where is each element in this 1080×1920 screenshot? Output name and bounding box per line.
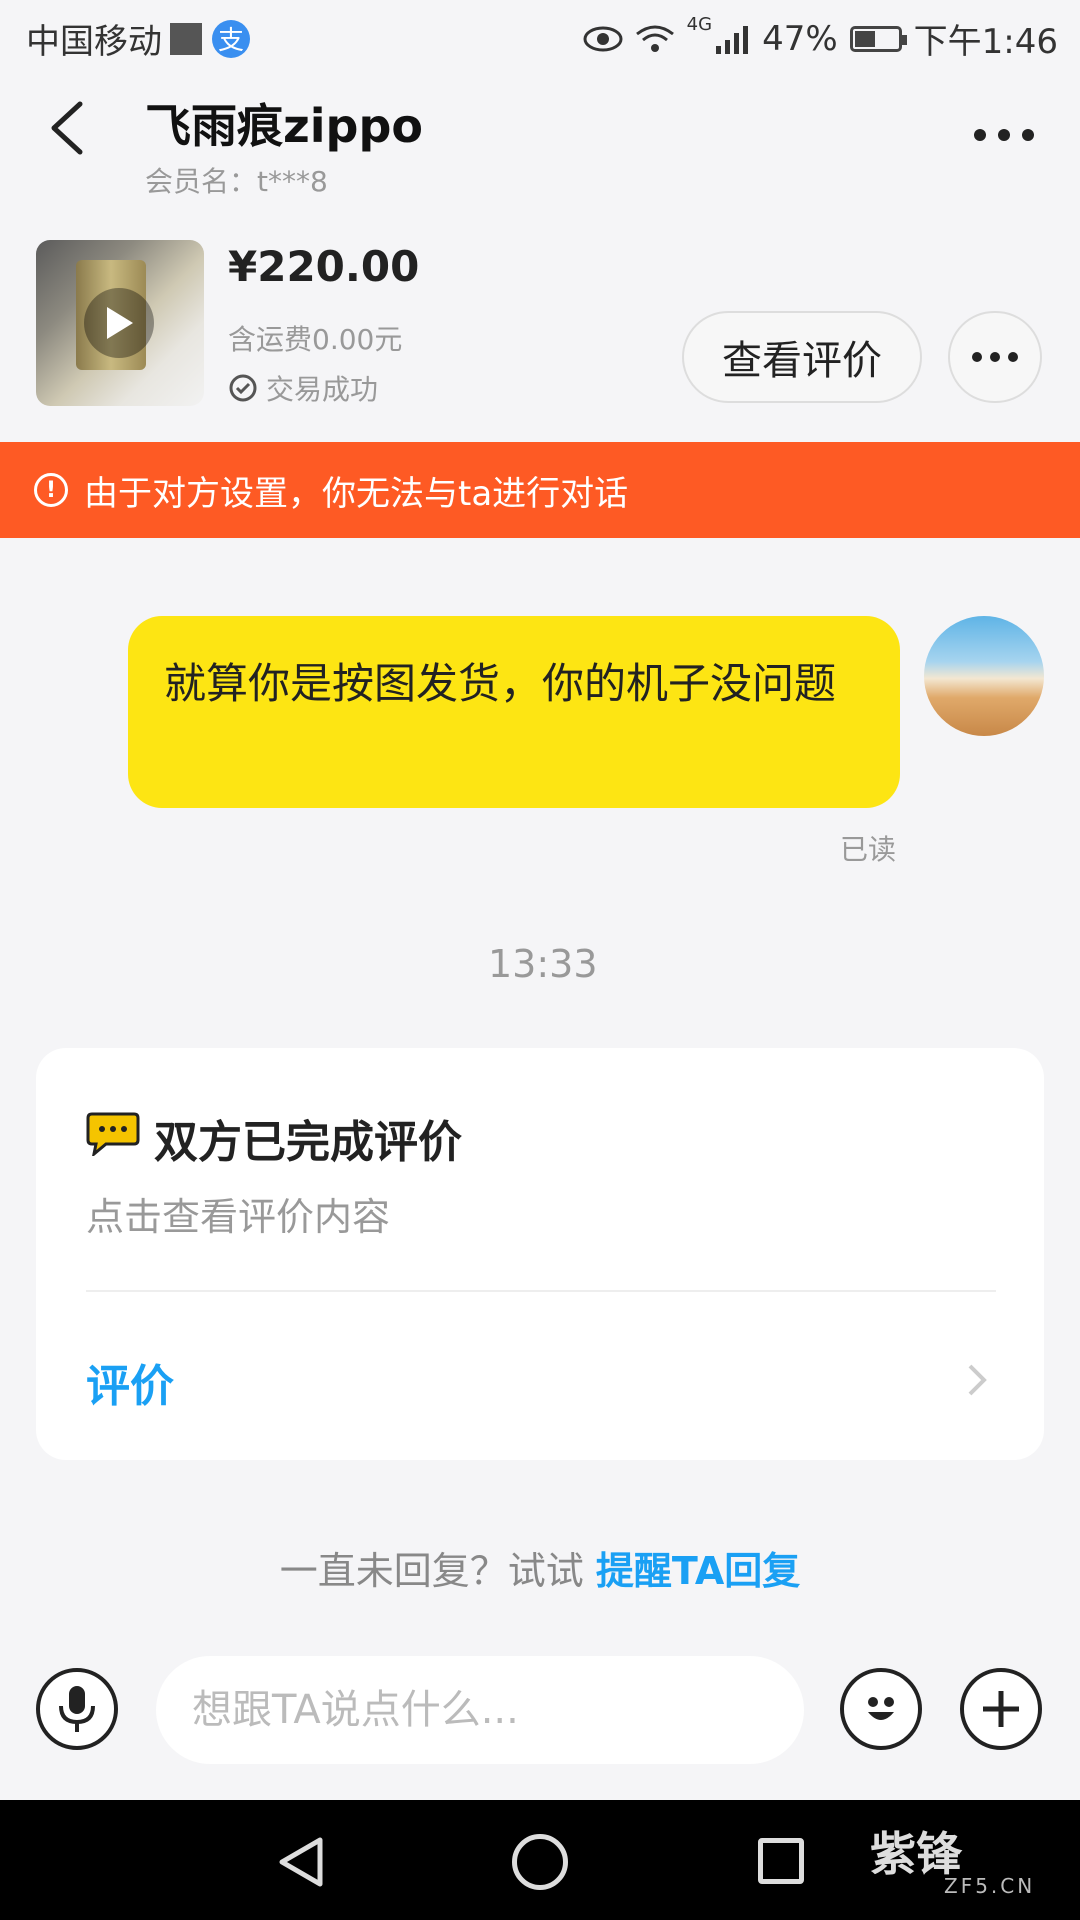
product-thumbnail[interactable] <box>36 240 204 406</box>
more-icon[interactable] <box>974 120 1038 150</box>
check-circle-icon <box>229 374 257 402</box>
battery-level <box>854 30 875 47</box>
plus-button[interactable] <box>960 1668 1042 1750</box>
battery-icon <box>849 25 907 52</box>
carrier-label: 中国移动 <box>26 22 162 62</box>
product-more-button[interactable] <box>948 311 1042 403</box>
nav-home-icon[interactable] <box>512 1834 568 1890</box>
trade-status-label: 交易成功 <box>266 373 379 406</box>
time-divider: 13:33 <box>488 942 598 986</box>
microphone-icon <box>59 1686 95 1732</box>
review-link[interactable]: 评价 <box>86 1350 174 1414</box>
plus-icon <box>983 1691 1019 1727</box>
play-icon[interactable] <box>84 288 154 358</box>
remind-link[interactable]: 提醒TA回复 <box>596 1549 800 1593</box>
eye-icon <box>583 26 623 51</box>
banner-text: 由于对方设置，你无法与ta进行对话 <box>84 473 629 514</box>
watermark-domain: ZF5.CN <box>944 1874 1036 1898</box>
message-input[interactable] <box>156 1656 804 1764</box>
dot <box>998 129 1010 141</box>
dot <box>1022 129 1034 141</box>
battery-percent: 47% <box>762 18 838 59</box>
review-title: 双方已完成评价 <box>154 1117 462 1168</box>
signal-icon <box>716 25 749 54</box>
trade-status: 交易成功 <box>228 368 378 408</box>
nav-recent-icon[interactable] <box>758 1838 804 1884</box>
avatar[interactable] <box>924 616 1044 736</box>
wifi-icon <box>635 25 674 52</box>
dot <box>1008 352 1018 362</box>
sim-icon <box>170 22 202 55</box>
microphone-button[interactable] <box>36 1668 118 1750</box>
message-bubble[interactable]: 就算你是按图发货，你的机子没问题 <box>128 616 900 808</box>
emoji-icon <box>868 1697 894 1720</box>
product-price: ¥220.00 <box>228 242 420 291</box>
member-name: 会员名：t***8 <box>145 165 328 198</box>
read-status: 已读 <box>840 833 897 866</box>
view-review-button[interactable]: 查看评价 <box>682 311 922 403</box>
review-subtitle: 点击查看评价内容 <box>86 1195 391 1239</box>
dot <box>974 129 986 141</box>
divider <box>86 1290 996 1292</box>
remind-prompt: 一直未回复？试试 提醒TA回复 <box>0 1540 1080 1595</box>
warning-icon: ! <box>34 473 68 507</box>
dot <box>972 352 982 362</box>
contact-name: 飞雨痕zippo <box>145 99 423 153</box>
alipay-icon: 支 <box>212 19 250 58</box>
chevron-right-icon[interactable] <box>962 1360 992 1400</box>
emoji-button[interactable] <box>840 1668 922 1750</box>
back-arrow-icon[interactable] <box>40 98 100 158</box>
status-right: 4G 47% 下午1:46 <box>583 14 1058 63</box>
shipping-fee: 含运费0.00元 <box>228 323 403 356</box>
chat-bubble-icon <box>86 1112 140 1156</box>
warning-banner: ! 由于对方设置，你无法与ta进行对话 <box>0 442 1080 538</box>
remind-prefix: 一直未回复？试试 <box>279 1549 584 1593</box>
clock: 下午1:46 <box>913 22 1058 62</box>
dot <box>990 352 1000 362</box>
network-label: 4G <box>686 14 713 35</box>
nav-back-icon[interactable] <box>272 1832 332 1892</box>
status-left: 中国移动 支 <box>26 14 250 63</box>
